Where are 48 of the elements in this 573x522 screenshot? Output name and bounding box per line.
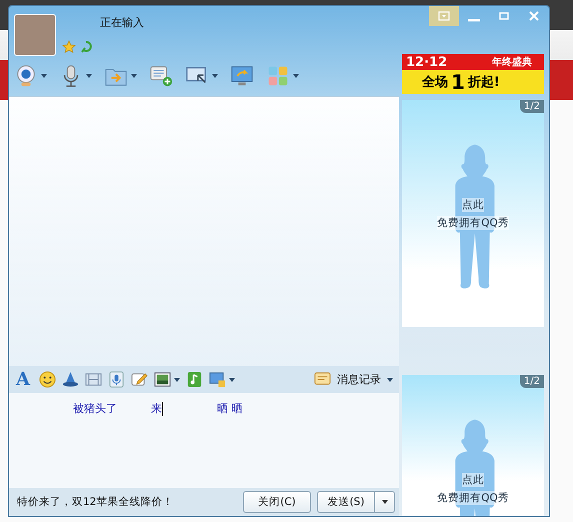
avatar-show-panel[interactable]: 1/2 点此 免费拥有QQ秀 (402, 374, 544, 516)
show-offer: 免费拥有QQ秀 (437, 216, 509, 230)
send-options-button[interactable] (375, 491, 395, 513)
caret-icon[interactable] (86, 74, 92, 78)
mic-icon[interactable] (108, 371, 125, 388)
note-icon[interactable] (131, 371, 148, 388)
caret-icon (382, 500, 388, 504)
ad-suffix: 折起! (468, 74, 500, 91)
send-button[interactable]: 发送(S) (317, 491, 375, 513)
minimize-icon (468, 19, 480, 22)
ad-banner[interactable]: 12·12 年终盛典 全场 1 折起! (402, 54, 544, 94)
close-icon (528, 10, 540, 22)
maximize-icon (498, 10, 510, 22)
ad-number: 1 (451, 72, 465, 92)
caret-icon[interactable] (41, 74, 47, 78)
ad-date: 12·12 (406, 54, 448, 70)
caret-icon (387, 378, 393, 382)
image-icon[interactable] (154, 371, 171, 388)
font-button[interactable]: A (13, 369, 33, 390)
message-input-field[interactable]: 被猪头了 来 晒 晒 (9, 393, 399, 488)
caret-icon[interactable] (212, 74, 218, 78)
avatar-placeholder[interactable] (14, 14, 56, 56)
film-icon[interactable] (85, 371, 102, 388)
caret-icon[interactable] (293, 74, 299, 78)
caret-icon[interactable] (229, 378, 235, 382)
page-badge: 1/2 (520, 100, 544, 113)
webcam-icon[interactable] (14, 64, 38, 88)
star-icon[interactable] (62, 40, 76, 54)
menu-icon (438, 10, 450, 22)
monitor-icon[interactable] (230, 64, 254, 88)
typing-status: 正在输入 (100, 15, 144, 30)
close-button[interactable]: 关闭(C) (243, 491, 311, 513)
show-prompt: 点此 (462, 472, 484, 487)
page-badge: 1/2 (520, 374, 544, 388)
music-icon[interactable] (186, 371, 203, 388)
smiley-icon[interactable] (39, 371, 56, 388)
avatar-show-panel[interactable]: 1/2 点此 免费拥有QQ秀 (402, 100, 544, 327)
message-history-button[interactable]: 消息记录 (314, 371, 393, 388)
ad-prefix: 全场 (422, 74, 448, 91)
promo-text[interactable]: 特价来了，双12苹果全线降价！ (17, 495, 174, 509)
hat-icon[interactable] (62, 371, 79, 388)
capture-icon[interactable] (209, 371, 226, 388)
caret-icon[interactable] (174, 378, 180, 382)
ad-event: 年终盛典 (492, 56, 532, 69)
chat-add-icon[interactable] (149, 64, 173, 88)
caret-icon[interactable] (131, 74, 137, 78)
show-prompt: 点此 (462, 198, 484, 212)
show-offer: 免费拥有QQ秀 (437, 490, 509, 505)
